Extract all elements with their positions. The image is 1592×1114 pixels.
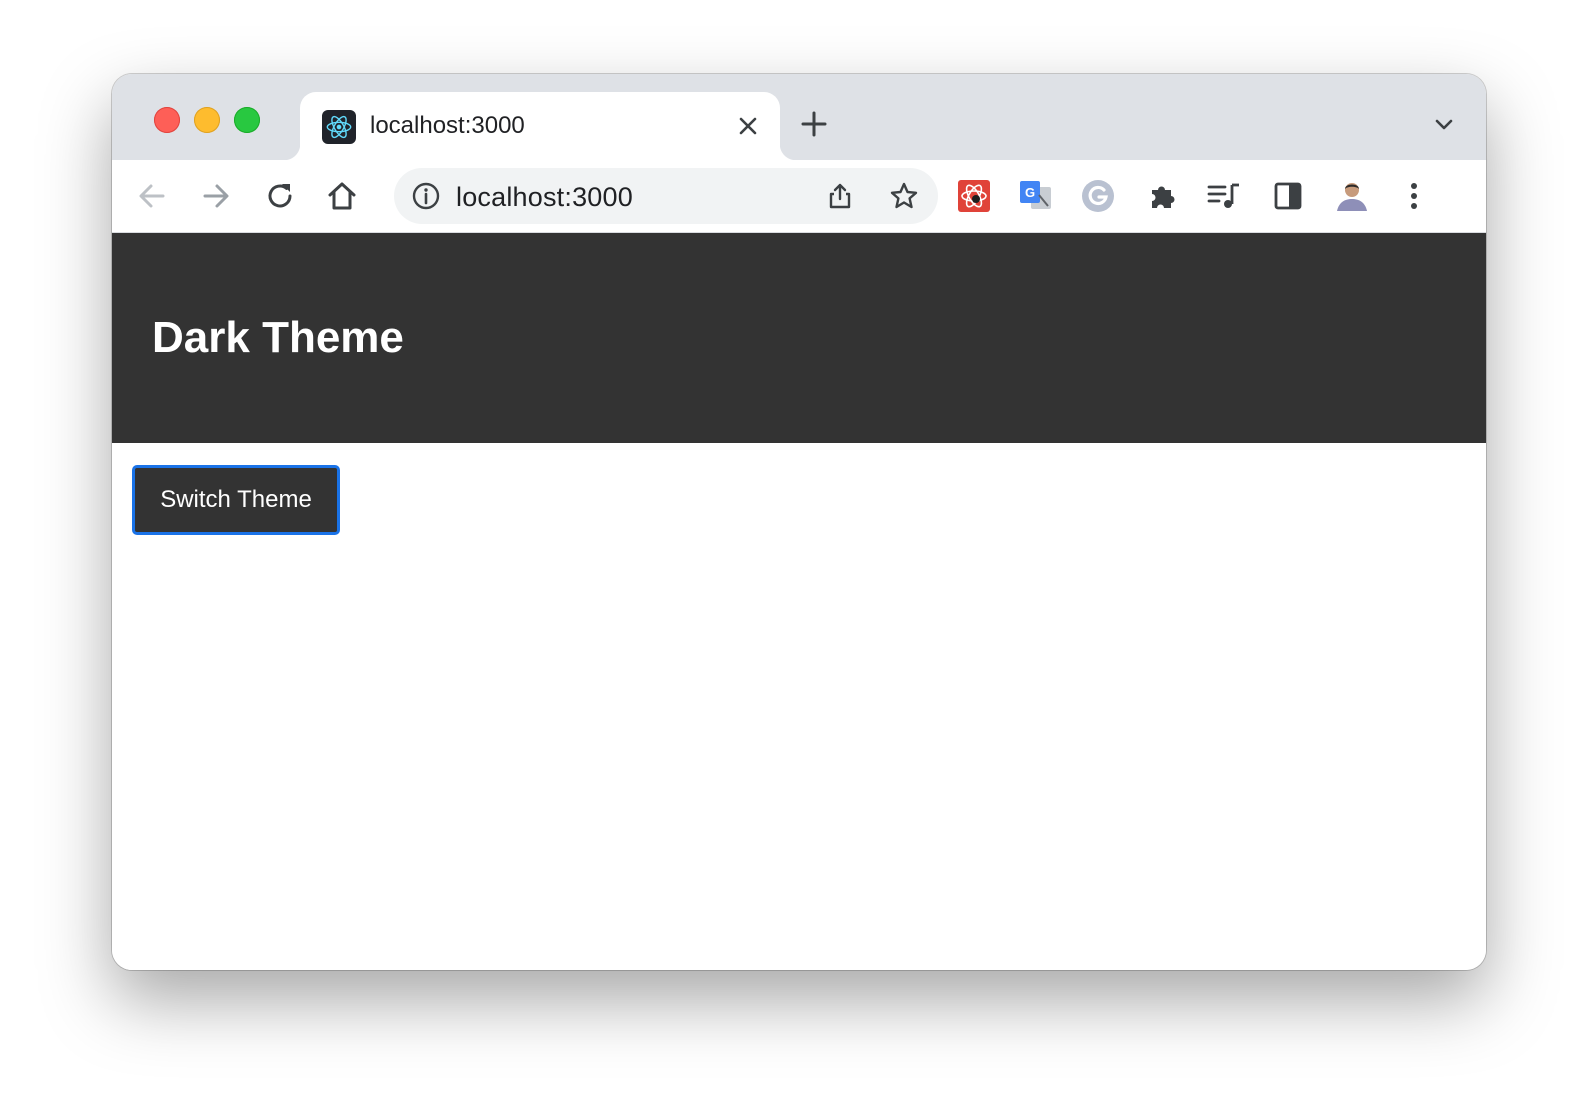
extension-grammarly-icon[interactable]	[1076, 174, 1120, 218]
switch-theme-button[interactable]: Switch Theme	[132, 465, 340, 535]
star-icon[interactable]	[884, 176, 924, 216]
browser-tab[interactable]: localhost:3000	[284, 92, 796, 160]
page-title: Dark Theme	[152, 313, 404, 362]
media-queue-icon[interactable]	[1202, 174, 1246, 218]
extension-react-devtools-icon[interactable]	[952, 174, 996, 218]
url-text: localhost:3000	[456, 182, 633, 212]
new-tab-icon[interactable]	[794, 104, 834, 144]
app-header: Dark Theme	[112, 233, 1486, 443]
tab-title: localhost:3000	[370, 112, 525, 139]
tab-strip: localhost:3000	[112, 74, 1486, 160]
browser-toolbar: localhost:3000 G	[112, 160, 1486, 233]
forward-arrow-icon[interactable]	[194, 174, 238, 218]
page-content: Dark Theme Switch Theme	[112, 233, 1486, 970]
extensions-puzzle-icon[interactable]	[1140, 174, 1184, 218]
maximize-window-button[interactable]	[234, 107, 260, 133]
chevron-down-icon[interactable]	[1424, 104, 1464, 144]
svg-text:G: G	[1025, 185, 1035, 200]
extension-translate-icon[interactable]: G	[1014, 174, 1058, 218]
side-panel-icon[interactable]	[1266, 174, 1310, 218]
close-window-button[interactable]	[154, 107, 180, 133]
info-icon[interactable]	[408, 178, 444, 214]
more-menu-icon[interactable]	[1392, 174, 1436, 218]
profile-avatar[interactable]	[1330, 174, 1374, 218]
react-icon	[322, 110, 356, 144]
tab-close-icon[interactable]	[730, 108, 766, 144]
share-icon[interactable]	[820, 176, 860, 216]
reload-icon[interactable]	[258, 174, 302, 218]
browser-window: localhost:3000 localhost:3000 G Dark The…	[112, 74, 1486, 970]
address-bar[interactable]: localhost:3000	[394, 168, 938, 224]
minimize-window-button[interactable]	[194, 107, 220, 133]
home-icon[interactable]	[320, 174, 364, 218]
back-arrow-icon[interactable]	[130, 174, 174, 218]
